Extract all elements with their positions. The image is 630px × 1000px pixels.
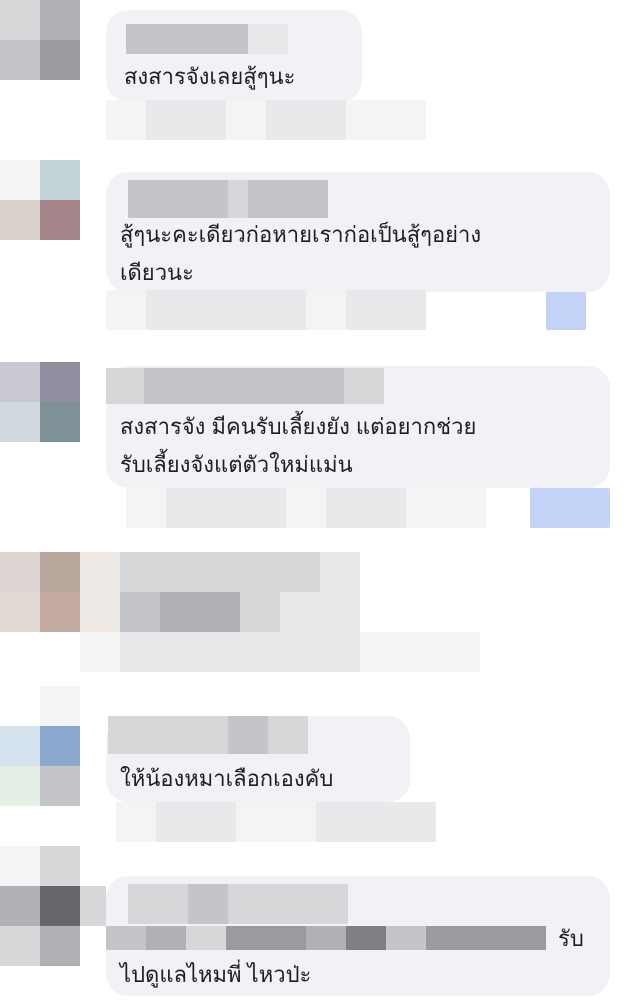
comment-actions-blurred[interactable] — [106, 290, 426, 330]
comment-text-line-1: รับ — [558, 926, 584, 951]
comment-bubble: สงสารจังเลยสู้ๆนะ — [106, 10, 362, 102]
comment-text-line-2: รับเลี้ยงจังแต่ตัวใหม่แม่น — [120, 452, 353, 477]
comment-actions-blurred[interactable] — [126, 488, 486, 528]
comment-bubble: รับ ไปดูแลไหมพี่ ไหวป่ะ — [106, 876, 610, 996]
comment-text-line-1: สงสารจัง มีคนรับเลี้ยงยัง แต่อยากช่วย — [120, 414, 477, 439]
comment-actions-blurred[interactable] — [116, 802, 436, 842]
comment-text-line-2: เดียวนะ — [120, 260, 194, 285]
comment-text-line-1: ให้น้องหมาเลือกเองคับ — [120, 766, 334, 791]
comment-text-line-2: ไปดูแลไหมพี่ ไหวป่ะ — [120, 962, 312, 987]
reaction-icon[interactable] — [530, 488, 610, 528]
comment-actions-blurred[interactable] — [106, 100, 426, 140]
comment-bubble: ให้น้องหมาเลือกเองคับ — [106, 716, 410, 802]
reaction-icon[interactable] — [546, 292, 586, 330]
comment-text-line-1: สงสารจังเลยสู้ๆนะ — [124, 64, 296, 89]
comment-bubble: สู้ๆนะคะเดียวก่อหายเราก่อเป็นสู้ๆอย่าง เ… — [106, 172, 610, 292]
comment-text-line-1: สู้ๆนะคะเดียวก่อหายเราก่อเป็นสู้ๆอย่าง — [120, 222, 482, 247]
comment-bubble: สงสารจัง มีคนรับเลี้ยงยัง แต่อยากช่วย รั… — [106, 366, 610, 488]
